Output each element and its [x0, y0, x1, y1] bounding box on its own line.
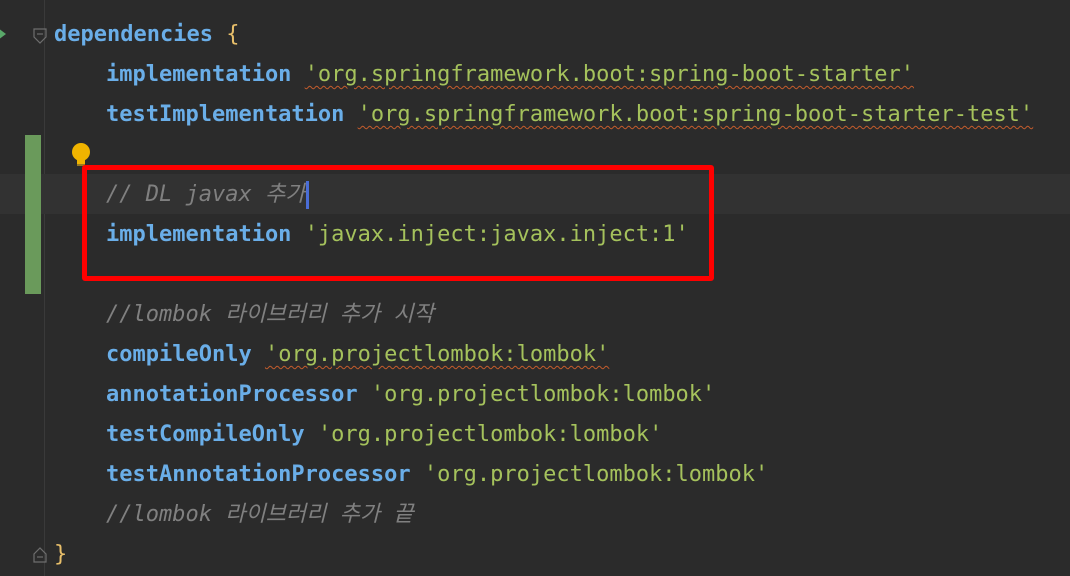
gutter-divider — [44, 0, 45, 576]
comment: //lombok 라이브러리 추가 시작 — [106, 302, 434, 327]
code-line-1[interactable]: dependencies { — [54, 15, 239, 55]
fold-open-icon[interactable] — [33, 28, 47, 44]
code-line-11[interactable]: testCompileOnly 'org.projectlombok:lombo… — [106, 415, 662, 455]
code-line-14[interactable]: } — [54, 535, 67, 575]
config-name: implementation — [106, 62, 292, 87]
dependency-string: 'org.projectlombok:lombok' — [264, 342, 610, 367]
config-name: annotationProcessor — [106, 382, 358, 407]
dependencies-keyword: dependencies — [54, 22, 213, 47]
config-name: testCompileOnly — [106, 422, 305, 447]
code-line-10[interactable]: annotationProcessor 'org.projectlombok:l… — [106, 375, 715, 415]
dependency-string: 'org.springframework.boot:spring-boot-st… — [304, 62, 914, 87]
code-editor[interactable]: dependencies { implementation 'org.sprin… — [0, 0, 1070, 576]
vcs-added-marker[interactable] — [25, 135, 41, 294]
open-brace: { — [226, 22, 240, 47]
red-highlight-box — [82, 165, 714, 281]
config-name: testImplementation — [106, 102, 345, 127]
close-brace: } — [54, 542, 68, 567]
dependency-string: 'org.springframework.boot:spring-boot-st… — [357, 102, 1034, 127]
dependency-string: 'org.projectlombok:lombok' — [370, 382, 716, 407]
code-line-2[interactable]: implementation 'org.springframework.boot… — [106, 55, 914, 95]
code-line-9[interactable]: compileOnly 'org.projectlombok:lombok' — [106, 335, 609, 375]
dependency-string: 'org.projectlombok:lombok' — [317, 422, 663, 447]
run-gutter-icon[interactable] — [0, 28, 6, 40]
config-name: testAnnotationProcessor — [106, 462, 411, 487]
dependency-string: 'org.projectlombok:lombok' — [423, 462, 769, 487]
code-line-12[interactable]: testAnnotationProcessor 'org.projectlomb… — [106, 455, 768, 495]
code-line-13[interactable]: //lombok 라이브러리 추가 끝 — [106, 495, 414, 535]
fold-close-icon[interactable] — [33, 547, 47, 563]
comment: //lombok 라이브러리 추가 끝 — [106, 502, 414, 527]
code-line-3[interactable]: testImplementation 'org.springframework.… — [106, 95, 1033, 135]
config-name: compileOnly — [106, 342, 252, 367]
code-line-8[interactable]: //lombok 라이브러리 추가 시작 — [106, 295, 434, 335]
intention-bulb-icon[interactable] — [70, 143, 92, 167]
